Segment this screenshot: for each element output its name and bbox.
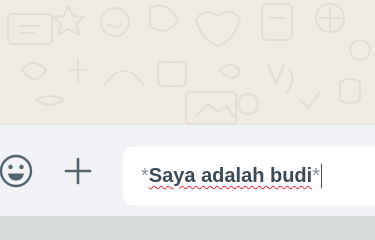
bottom-bar xyxy=(0,216,375,240)
message-composer: *Saya adalah budi* xyxy=(0,124,375,216)
text-caret xyxy=(320,164,322,188)
message-text: Saya adalah budi xyxy=(148,165,313,187)
message-input[interactable]: *Saya adalah budi* xyxy=(123,147,375,205)
bold-marker-end: * xyxy=(312,165,320,187)
chat-wallpaper xyxy=(0,0,375,124)
message-input-text[interactable]: *Saya adalah budi* xyxy=(141,164,322,188)
plus-icon[interactable] xyxy=(58,151,98,191)
smiley-icon[interactable] xyxy=(0,151,36,191)
bold-marker-start: * xyxy=(141,165,149,187)
chat-screen: *Saya adalah budi* xyxy=(0,0,375,240)
